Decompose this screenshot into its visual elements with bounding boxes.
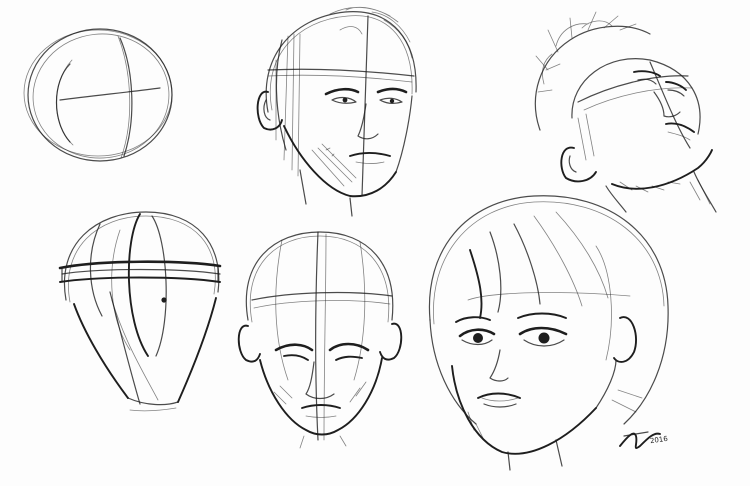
sphere-construction-sketch — [23, 28, 173, 162]
male-head-looking-up-sketch — [534, 11, 717, 213]
male-head-front-sketch — [237, 231, 403, 449]
male-head-three-quarter-sketch — [256, 6, 417, 217]
female-head-bob-sketch — [428, 195, 669, 471]
sketch-canvas — [23, 6, 717, 471]
sketch-sheet: 2016 — [0, 0, 750, 486]
tilted-head-construction-sketch — [58, 211, 222, 412]
